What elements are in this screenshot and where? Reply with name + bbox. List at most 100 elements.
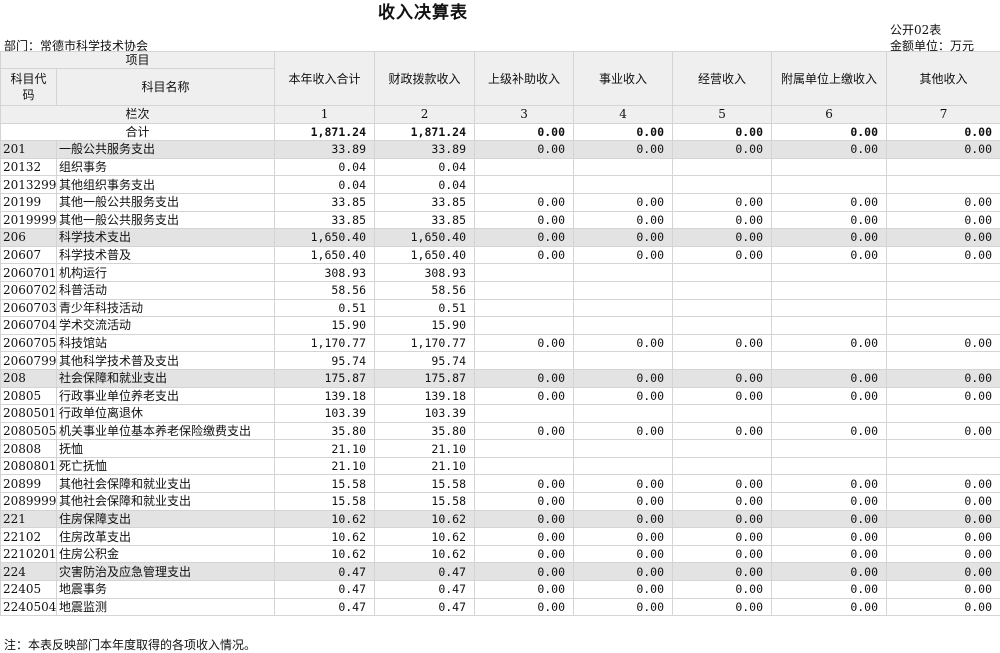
subject-code: 2080801: [1, 457, 57, 475]
amount-cell: 0.00: [673, 422, 772, 440]
amount-cell: 139.18: [375, 387, 475, 405]
amount-cell: [475, 281, 574, 299]
amount-cell: [772, 176, 887, 194]
subject-code: 20607: [1, 246, 57, 264]
subject-code: 2060702: [1, 281, 57, 299]
amount-cell: 10.62: [275, 528, 375, 546]
amount-cell: 0.00: [887, 387, 1000, 405]
amount-cell: 0.00: [475, 528, 574, 546]
subject-code: 2060705: [1, 334, 57, 352]
amount-cell: [887, 317, 1000, 335]
amount-cell: 0.00: [673, 545, 772, 563]
amount-cell: 0.00: [887, 598, 1000, 616]
amount-cell: 0.00: [574, 246, 673, 264]
col-number: 1: [275, 106, 375, 124]
col-header-1: 本年收入合计: [275, 52, 375, 106]
amount-cell: 0.00: [475, 211, 574, 229]
amount-cell: [574, 405, 673, 423]
col-header-2: 财政拨款收入: [375, 52, 475, 106]
amount-cell: 0.00: [772, 334, 887, 352]
subject-code: 206: [1, 229, 57, 247]
amount-cell: [574, 457, 673, 475]
table-row: 208社会保障和就业支出175.87175.870.000.000.000.00…: [1, 369, 1000, 387]
amount-cell: [887, 281, 1000, 299]
amount-cell: 0.00: [574, 510, 673, 528]
amount-cell: 0.00: [673, 211, 772, 229]
subject-code: 2080505: [1, 422, 57, 440]
amount-cell: 0.00: [772, 193, 887, 211]
col-header-6: 附属单位上缴收入: [772, 52, 887, 106]
amount-cell: 10.62: [375, 545, 475, 563]
amount-cell: 58.56: [375, 281, 475, 299]
subject-code: 2240504: [1, 598, 57, 616]
amount-cell: 95.74: [275, 352, 375, 370]
amount-cell: 0.00: [673, 229, 772, 247]
amount-cell: 0.00: [772, 141, 887, 159]
col-header-4: 事业收入: [574, 52, 673, 106]
header-row-item: 项目 本年收入合计 财政拨款收入 上级补助收入 事业收入 经营收入 附属单位上缴…: [1, 52, 1000, 69]
subject-code: 20899: [1, 475, 57, 493]
amount-cell: [574, 281, 673, 299]
subject-name: 住房保障支出: [57, 510, 275, 528]
total-label: 合计: [1, 123, 275, 141]
amount-cell: 0.00: [772, 510, 887, 528]
amount-cell: 0.00: [887, 581, 1000, 599]
subject-code: 2080501: [1, 405, 57, 423]
amount-cell: 0.00: [772, 211, 887, 229]
amount-cell: [475, 440, 574, 458]
col-number: 3: [475, 106, 574, 124]
table-row: 2060704学术交流活动15.9015.90: [1, 317, 1000, 335]
amount-cell: [887, 352, 1000, 370]
amount-cell: [772, 405, 887, 423]
amount-cell: 0.00: [772, 528, 887, 546]
subject-name: 行政事业单位养老支出: [57, 387, 275, 405]
table-row: 206科学技术支出1,650.401,650.400.000.000.000.0…: [1, 229, 1000, 247]
amount-cell: 0.04: [275, 158, 375, 176]
amount-cell: [887, 264, 1000, 282]
amount-cell: 0.00: [475, 545, 574, 563]
subject-name: 科学技术支出: [57, 229, 275, 247]
subject-name: 组织事务: [57, 158, 275, 176]
amount-cell: [772, 281, 887, 299]
amount-cell: [887, 299, 1000, 317]
amount-cell: 10.62: [275, 510, 375, 528]
subject-name: 抚恤: [57, 440, 275, 458]
subject-code: 2060701: [1, 264, 57, 282]
subject-code: 2060799: [1, 352, 57, 370]
amount-cell: [574, 440, 673, 458]
amount-cell: 0.00: [673, 581, 772, 599]
amount-cell: 15.58: [275, 493, 375, 511]
amount-cell: [475, 299, 574, 317]
amount-cell: 0.00: [574, 229, 673, 247]
amount-cell: [475, 264, 574, 282]
col-number: 7: [887, 106, 1000, 124]
amount-cell: 0.00: [673, 493, 772, 511]
total-value: 1,871.24: [275, 123, 375, 141]
table-row: 2080505机关事业单位基本养老保险缴费支出35.8035.800.000.0…: [1, 422, 1000, 440]
amount-cell: [574, 176, 673, 194]
amount-cell: 33.89: [375, 141, 475, 159]
subject-code: 2013299: [1, 176, 57, 194]
amount-cell: 0.00: [673, 510, 772, 528]
amount-cell: [772, 352, 887, 370]
amount-cell: [673, 457, 772, 475]
amount-cell: 10.62: [275, 545, 375, 563]
amount-cell: 15.58: [375, 475, 475, 493]
table-row: 22405地震事务0.470.470.000.000.000.000.00: [1, 581, 1000, 599]
amount-cell: [475, 176, 574, 194]
amount-cell: 0.00: [772, 545, 887, 563]
form-number: 公开02表: [890, 21, 941, 38]
subject-name: 一般公共服务支出: [57, 141, 275, 159]
table-row: 20132组织事务0.040.04: [1, 158, 1000, 176]
amount-cell: [772, 457, 887, 475]
amount-cell: 0.00: [772, 246, 887, 264]
col-header-3: 上级补助收入: [475, 52, 574, 106]
total-value: 0.00: [475, 123, 574, 141]
amount-cell: [673, 176, 772, 194]
total-value: 0.00: [887, 123, 1000, 141]
subject-name: 其他组织事务支出: [57, 176, 275, 194]
amount-cell: 15.90: [375, 317, 475, 335]
col-number: 2: [375, 106, 475, 124]
table-row: 2089999其他社会保障和就业支出15.5815.580.000.000.00…: [1, 493, 1000, 511]
amount-cell: 0.00: [887, 493, 1000, 511]
